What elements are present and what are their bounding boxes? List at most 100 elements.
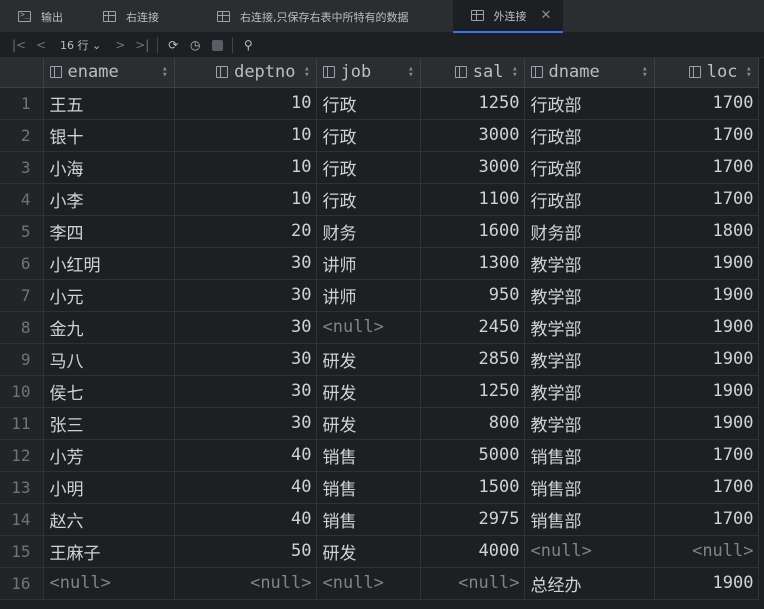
table-row[interactable]: 7 小元 30 讲师 950 教学部 1900 [0, 279, 759, 312]
cell-deptno[interactable]: 10 [174, 151, 317, 184]
cell-loc[interactable]: 1900 [654, 247, 759, 280]
cell-deptno[interactable]: <null> [174, 567, 317, 600]
table-row[interactable]: 13 小明 40 销售 1500 销售部 1700 [0, 471, 759, 504]
cell-job[interactable]: 行政 [316, 87, 421, 120]
cell-dname[interactable]: 销售部 [524, 439, 655, 472]
cell-dname[interactable]: <null> [524, 535, 655, 568]
tab-outer-join[interactable]: 外连接 ✕ [452, 0, 564, 33]
cell-ename[interactable]: 银十 [43, 119, 175, 152]
table-row[interactable]: 2 银十 10 行政 3000 行政部 1700 [0, 119, 759, 152]
cell-sal[interactable]: 1600 [420, 215, 525, 248]
cell-sal[interactable]: 2975 [420, 503, 525, 536]
cell-dname[interactable]: 教学部 [524, 343, 655, 376]
table-row[interactable]: 8 金九 30 <null> 2450 教学部 1900 [0, 311, 759, 344]
cell-ename[interactable]: 金九 [43, 311, 175, 344]
cell-loc[interactable]: 1700 [654, 119, 759, 152]
cell-deptno[interactable]: 30 [174, 343, 317, 376]
table-row[interactable]: 9 马八 30 研发 2850 教学部 1900 [0, 343, 759, 376]
cell-ename[interactable]: 马八 [43, 343, 175, 376]
cell-ename[interactable]: 小海 [43, 151, 175, 184]
cell-sal[interactable]: 3000 [420, 151, 525, 184]
row-count-dropdown[interactable]: 16 行 ⌄ [52, 37, 109, 53]
cell-job[interactable]: 研发 [316, 535, 421, 568]
cell-job[interactable]: 行政 [316, 151, 421, 184]
cell-loc[interactable]: 1900 [654, 311, 759, 344]
table-row[interactable]: 1 王五 10 行政 1250 行政部 1700 [0, 87, 759, 120]
cell-job[interactable]: 行政 [316, 183, 421, 216]
cell-job[interactable]: 财务 [316, 215, 421, 248]
cell-dname[interactable]: 教学部 [524, 279, 655, 312]
cell-job[interactable]: 讲师 [316, 247, 421, 280]
sort-icon[interactable]: ▴ ▾ [512, 65, 517, 80]
sort-icon[interactable]: ▴ ▾ [162, 65, 167, 80]
cell-dname[interactable]: 教学部 [524, 247, 655, 280]
sort-icon[interactable]: ▴ ▾ [746, 65, 751, 80]
cell-sal[interactable]: 1250 [420, 375, 525, 408]
cell-dname[interactable]: 行政部 [524, 87, 655, 120]
cell-ename[interactable]: 侯七 [43, 375, 175, 408]
column-header-ename[interactable]: ename ▴ ▾ [43, 58, 175, 88]
cell-ename[interactable]: 赵六 [43, 503, 175, 536]
tab-output[interactable]: 输出 [0, 0, 75, 33]
cell-job[interactable]: 销售 [316, 439, 421, 472]
cell-job[interactable]: 研发 [316, 375, 421, 408]
cell-job[interactable]: 行政 [316, 119, 421, 152]
table-row[interactable]: 12 小芳 40 销售 5000 销售部 1700 [0, 439, 759, 472]
cell-job[interactable]: <null> [316, 567, 421, 600]
table-row[interactable]: 10 侯七 30 研发 1250 教学部 1900 [0, 375, 759, 408]
cell-deptno[interactable]: 30 [174, 247, 317, 280]
cell-dname[interactable]: 销售部 [524, 503, 655, 536]
cell-job[interactable]: 销售 [316, 471, 421, 504]
cell-loc[interactable]: 1700 [654, 471, 759, 504]
tab-right-join[interactable]: 右连接 [75, 0, 171, 33]
cell-dname[interactable]: 行政部 [524, 119, 655, 152]
table-row[interactable]: 14 赵六 40 销售 2975 销售部 1700 [0, 503, 759, 536]
cell-deptno[interactable]: 30 [174, 407, 317, 440]
cell-loc[interactable]: 1700 [654, 503, 759, 536]
cell-loc[interactable]: 1900 [654, 567, 759, 600]
cell-deptno[interactable]: 30 [174, 311, 317, 344]
tab-right-join-exclusive[interactable]: 右连接,只保存右表中所特有的数据 [171, 0, 421, 33]
cell-deptno[interactable]: 40 [174, 439, 317, 472]
column-header-sal[interactable]: sal ▴ ▾ [420, 58, 525, 88]
cell-deptno[interactable]: 40 [174, 503, 317, 536]
table-row[interactable]: 4 小李 10 行政 1100 行政部 1700 [0, 183, 759, 216]
cell-deptno[interactable]: 10 [174, 87, 317, 120]
table-row[interactable]: 6 小红明 30 讲师 1300 教学部 1900 [0, 247, 759, 280]
sort-icon[interactable]: ▴ ▾ [304, 65, 309, 80]
cell-ename[interactable]: 王五 [43, 87, 175, 120]
last-page-icon[interactable]: >| [131, 34, 153, 56]
history-icon[interactable]: ◷ [184, 34, 206, 56]
cell-ename[interactable]: 小明 [43, 471, 175, 504]
table-row[interactable]: 16 <null> <null> <null> <null> 总经办 1900 [0, 567, 759, 600]
table-row[interactable]: 15 王麻子 50 研发 4000 <null> <null> [0, 535, 759, 568]
prev-page-icon[interactable]: < [30, 34, 52, 56]
cell-loc[interactable]: 1900 [654, 375, 759, 408]
sort-icon[interactable]: ▴ ▾ [408, 65, 413, 80]
cell-ename[interactable]: 小红明 [43, 247, 175, 280]
cell-sal[interactable]: 1300 [420, 247, 525, 280]
cell-loc[interactable]: 1900 [654, 407, 759, 440]
cell-deptno[interactable]: 10 [174, 119, 317, 152]
cell-loc[interactable]: 1700 [654, 151, 759, 184]
cell-ename[interactable]: 小元 [43, 279, 175, 312]
column-header-job[interactable]: job ▴ ▾ [316, 58, 421, 88]
cell-dname[interactable]: 销售部 [524, 471, 655, 504]
cell-loc[interactable]: 1900 [654, 279, 759, 312]
first-page-icon[interactable]: |< [8, 34, 30, 56]
cell-loc[interactable]: 1700 [654, 439, 759, 472]
cell-deptno[interactable]: 50 [174, 535, 317, 568]
cell-sal[interactable]: 1250 [420, 87, 525, 120]
cell-deptno[interactable]: 30 [174, 279, 317, 312]
cell-job[interactable]: 研发 [316, 407, 421, 440]
cell-sal[interactable]: 2850 [420, 343, 525, 376]
cell-ename[interactable]: 小李 [43, 183, 175, 216]
cell-job[interactable]: 销售 [316, 503, 421, 536]
cell-loc[interactable]: 1700 [654, 87, 759, 120]
next-page-icon[interactable]: > [109, 34, 131, 56]
cell-sal[interactable]: 1500 [420, 471, 525, 504]
cell-dname[interactable]: 教学部 [524, 375, 655, 408]
column-header-deptno[interactable]: deptno ▴ ▾ [174, 58, 317, 88]
cell-deptno[interactable]: 30 [174, 375, 317, 408]
cell-dname[interactable]: 总经办 [524, 567, 655, 600]
